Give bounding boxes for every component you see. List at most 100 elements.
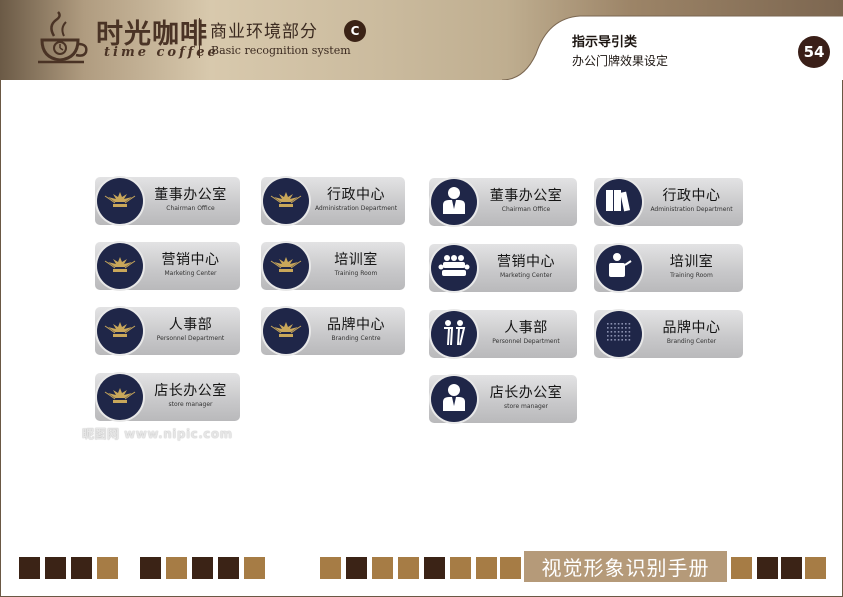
footer-square [450, 557, 471, 579]
plate-label-cn: 店长办公室 [154, 383, 227, 399]
footer-square [805, 557, 826, 579]
plate-label-cn: 董事办公室 [489, 188, 563, 204]
presenter-icon [605, 252, 633, 284]
footer-square [731, 557, 752, 579]
plate-label-cn: 行政中心 [662, 188, 721, 204]
footer-square [218, 557, 239, 579]
door-plate: 行政中心 Administration Department [594, 178, 743, 226]
section-title-cn: 商业环境部分 [210, 22, 318, 42]
ornament-icon [269, 253, 303, 279]
plate-label-en: store manager [503, 403, 549, 410]
header-tab [502, 14, 843, 80]
footer-square [166, 557, 187, 579]
footer-square [71, 557, 92, 579]
plate-label-cn: 人事部 [504, 320, 548, 336]
plate-label-cn: 品牌中心 [327, 317, 385, 333]
plate-label-cn: 品牌中心 [662, 320, 721, 336]
footer-square [500, 557, 521, 579]
footer-square [398, 557, 419, 579]
coffee-cup-logo-icon [38, 11, 88, 64]
door-plate: 人事部 Personnel Department [429, 310, 577, 358]
footer-square [192, 557, 213, 579]
plate-label-en: Personnel Department [492, 338, 560, 345]
brand-name-en: time coffee [104, 45, 219, 60]
footer-manual-title: 视觉形象识别手册 [524, 551, 727, 582]
plate-icon-circle [596, 179, 642, 225]
plate-icon-circle [263, 243, 309, 289]
section-title-en: Basic recognition system [211, 44, 351, 57]
two-people-icon [440, 318, 468, 350]
door-plate: 董事办公室 Chairman Office [95, 177, 240, 225]
plate-icon-circle [97, 374, 143, 420]
plate-label-cn: 董事办公室 [154, 187, 227, 203]
section-badge: C [344, 20, 366, 42]
footer-square [781, 557, 802, 579]
plate-label-cn: 人事部 [168, 317, 213, 333]
plate-label-cn: 店长办公室 [489, 385, 563, 401]
door-plate: 店长办公室 store manager [95, 373, 240, 421]
plate-label-en: Branding Centre [331, 335, 381, 342]
ornament-icon [103, 384, 137, 410]
plate-icon-circle [596, 245, 642, 291]
door-plate: 行政中心 Administration Department [261, 177, 405, 225]
executive-person-icon [441, 185, 467, 219]
page-number-badge: 54 [798, 36, 830, 68]
binders-icon [604, 187, 634, 217]
plate-label-en: Training Room [334, 270, 378, 277]
plate-label-en: Marketing Center [499, 272, 552, 279]
door-plate: 董事办公室 Chairman Office [429, 178, 577, 226]
door-plate: 培训室 Training Room [594, 244, 743, 292]
plate-icon-circle [596, 311, 642, 357]
door-plate: 培训室 Training Room [261, 242, 405, 290]
plate-label-cn: 营销中心 [497, 254, 555, 270]
plate-label-cn: 行政中心 [327, 187, 385, 203]
executive-person-icon [441, 382, 467, 416]
plate-label-en: store manager [168, 401, 213, 408]
footer-square [372, 557, 393, 579]
plate-icon-circle [97, 178, 143, 224]
plate-icon-circle [263, 178, 309, 224]
footer-square [97, 557, 118, 579]
footer-square [346, 557, 367, 579]
ornament-icon [103, 318, 137, 344]
plate-label-en: Marketing Center [164, 270, 217, 277]
header-divider [199, 18, 200, 58]
ornament-icon [269, 318, 303, 344]
plate-label-en: Chairman Office [166, 205, 215, 212]
footer-square [19, 557, 40, 579]
dot-grid-icon [605, 321, 633, 347]
ornament-icon [103, 188, 137, 214]
door-plate: 品牌中心 Branding Centre [261, 307, 405, 355]
plate-icon-circle [263, 308, 309, 354]
ornament-icon [103, 253, 137, 279]
footer-square [757, 557, 778, 579]
plate-icon-circle [431, 376, 477, 422]
plate-icon-circle [431, 179, 477, 225]
plate-icon-circle [97, 308, 143, 354]
plate-label-cn: 培训室 [334, 252, 378, 268]
door-plate: 营销中心 Marketing Center [429, 244, 577, 292]
door-plate: 品牌中心 Branding Center [594, 310, 743, 358]
plate-label-en: Administration Department [650, 206, 733, 213]
tab-title: 指示导引类 [572, 35, 638, 50]
plate-label-en: Chairman Office [501, 206, 551, 213]
door-plate: 营销中心 Marketing Center [95, 242, 240, 290]
plate-label-en: Personnel Department [156, 335, 225, 342]
footer-square [424, 557, 445, 579]
door-plate: 人事部 Personnel Department [95, 307, 240, 355]
plate-icon-circle [97, 243, 143, 289]
plate-label-en: Administration Department [314, 205, 398, 212]
plate-icon-circle [431, 311, 477, 357]
door-plate: 店长办公室 store manager [429, 375, 577, 423]
footer-square [244, 557, 265, 579]
footer-square [320, 557, 341, 579]
plate-label-cn: 培训室 [669, 254, 714, 270]
ornament-icon [269, 188, 303, 214]
plate-label-cn: 营销中心 [161, 252, 220, 268]
watermark-text: 昵图网 www.nipic.com [82, 427, 233, 441]
plate-label-en: Training Room [670, 272, 713, 279]
footer-square [476, 557, 497, 579]
meeting-group-icon [437, 253, 471, 283]
tab-subtitle: 办公门牌效果设定 [572, 54, 669, 68]
plate-label-en: Branding Center [666, 338, 717, 345]
